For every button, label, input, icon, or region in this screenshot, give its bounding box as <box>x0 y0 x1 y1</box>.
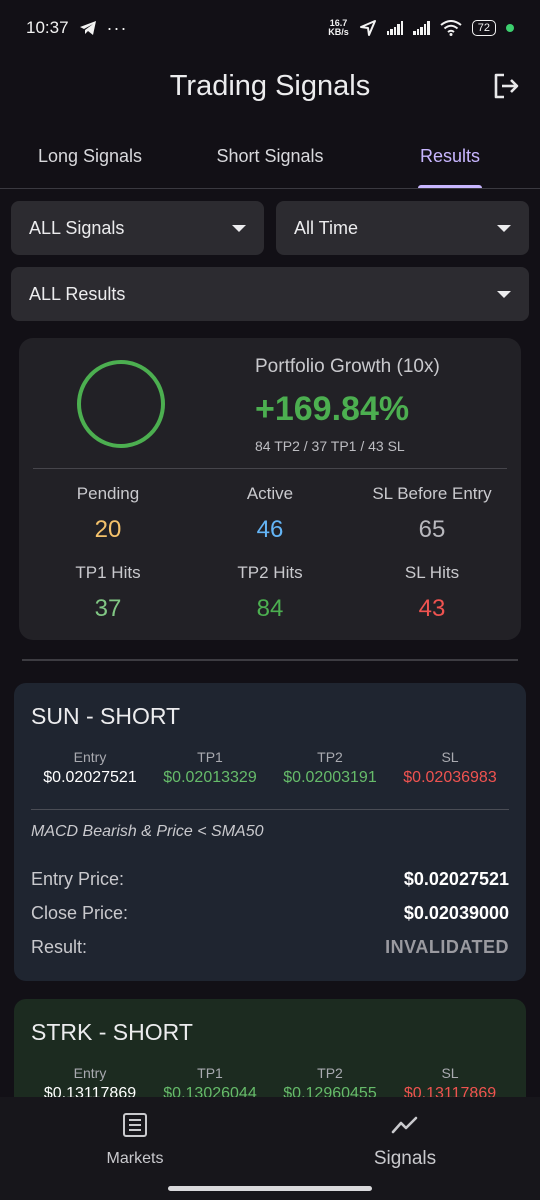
stat-value: 37 <box>94 595 122 622</box>
portfolio-breakdown: 84 TP2 / 37 TP1 / 43 SL <box>255 438 405 454</box>
tab-bar: Long Signals Short Signals Results <box>0 128 540 189</box>
caret-down-icon <box>497 224 511 232</box>
list-icon <box>123 1113 147 1137</box>
bottom-navigation: Markets Signals <box>0 1097 540 1200</box>
time-range-dropdown[interactable]: All Time <box>276 201 529 255</box>
stat-value: 84 <box>256 595 284 622</box>
close-price-row: Close Price: $0.02039000 <box>31 903 509 923</box>
signal-card[interactable]: STRK - SHORT Entry $0.13117869 TP1 $0.13… <box>14 999 526 1097</box>
stats-divider <box>33 468 507 469</box>
signal-type-value: ALL Signals <box>29 217 125 238</box>
stat-tp2-hits: TP2 Hits 84 <box>187 563 353 623</box>
app-header: Trading Signals <box>0 56 540 116</box>
level-tp2: TP2 $0.12960455 <box>283 1065 377 1097</box>
level-tp2: TP2 $0.02003191 <box>283 749 377 786</box>
signal-card[interactable]: SUN - SHORT Entry $0.02027521 TP1 $0.020… <box>14 683 526 981</box>
stat-value: 20 <box>94 516 122 543</box>
stat-pending: Pending 20 <box>25 484 191 544</box>
stat-value: 65 <box>418 516 446 543</box>
caret-down-icon <box>497 290 511 298</box>
result-status: INVALIDATED <box>385 937 509 957</box>
tab-results[interactable]: Results <box>360 128 540 188</box>
active-tab-indicator <box>418 185 482 188</box>
result-dropdown[interactable]: ALL Results <box>11 267 529 321</box>
strategy-description: MACD Bearish & Price < SMA50 <box>31 823 264 840</box>
portfolio-growth-value: +169.84% <box>255 390 410 428</box>
content-area: Trading Signals Long Signals Short Signa… <box>0 0 540 1097</box>
result-row: Result: INVALIDATED <box>31 937 509 961</box>
logout-icon[interactable] <box>490 70 522 102</box>
level-sl: SL $0.13117869 <box>403 1065 497 1097</box>
level-sl: SL $0.02036983 <box>403 749 497 786</box>
page-title: Trading Signals <box>169 69 371 102</box>
stat-active: Active 46 <box>187 484 353 544</box>
section-divider <box>22 659 518 661</box>
signal-title: STRK - SHORT <box>31 1019 193 1045</box>
level-entry: Entry $0.02027521 <box>43 749 137 786</box>
time-range-value: All Time <box>294 217 359 238</box>
stat-tp1-hits: TP1 Hits 37 <box>25 563 191 623</box>
nav-markets[interactable]: Markets <box>35 1111 235 1168</box>
stat-value: 43 <box>418 595 446 622</box>
signal-title: SUN - SHORT <box>31 703 181 729</box>
caret-down-icon <box>232 224 246 232</box>
result-filter-value: ALL Results <box>29 283 126 304</box>
trending-up-icon <box>391 1116 418 1134</box>
level-entry: Entry $0.13117869 <box>43 1065 137 1097</box>
portfolio-stats-card: Portfolio Growth (10x) +169.84% 84 TP2 /… <box>19 338 521 640</box>
level-tp1: TP1 $0.13026044 <box>163 1065 257 1097</box>
card-divider <box>31 809 509 810</box>
stat-sl-before-entry: SL Before Entry 65 <box>349 484 515 544</box>
progress-ring-icon <box>77 360 165 448</box>
stat-value: 46 <box>256 516 284 543</box>
level-tp1: TP1 $0.02013329 <box>163 749 257 786</box>
portfolio-growth-label: Portfolio Growth (10x) <box>255 356 440 377</box>
tab-short-signals[interactable]: Short Signals <box>180 128 360 188</box>
nav-signals[interactable]: Signals <box>305 1111 505 1170</box>
signal-type-dropdown[interactable]: ALL Signals <box>11 201 264 255</box>
entry-price-row: Entry Price: $0.02027521 <box>31 869 509 889</box>
home-indicator <box>168 1186 372 1191</box>
stat-sl-hits: SL Hits 43 <box>349 563 515 623</box>
tab-long-signals[interactable]: Long Signals <box>0 128 180 188</box>
